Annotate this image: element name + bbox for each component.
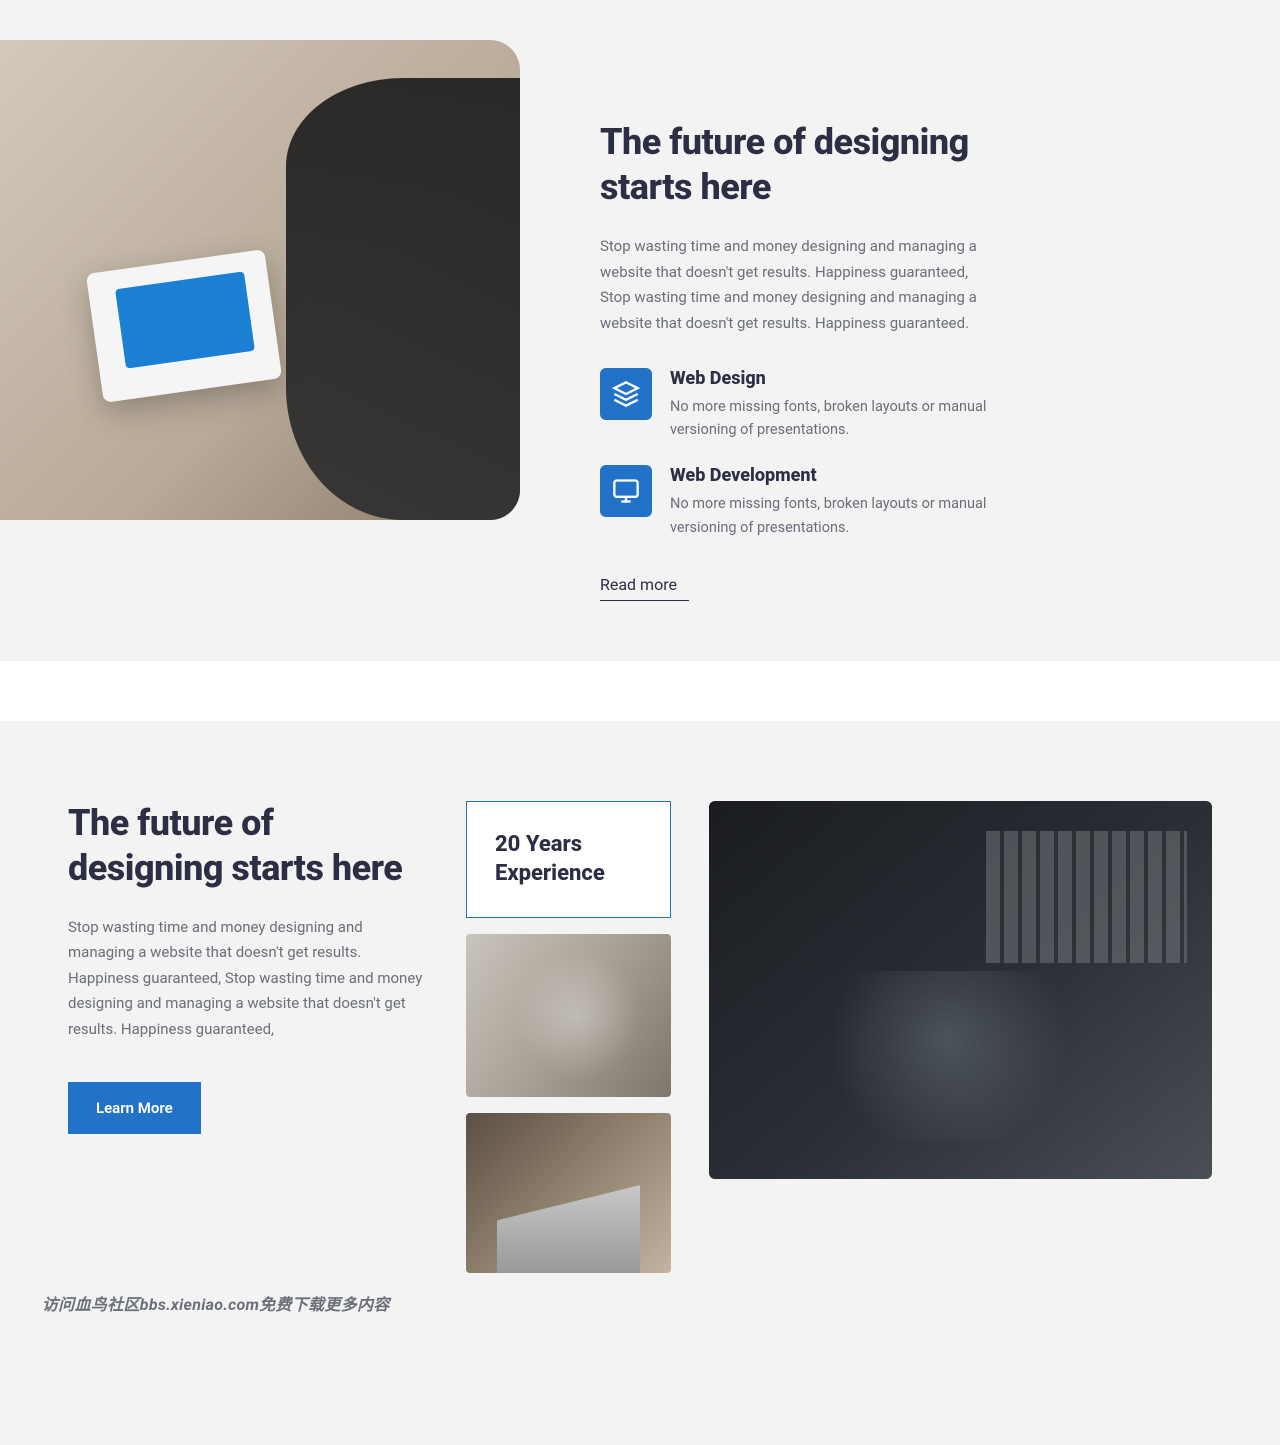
about-body: Stop wasting time and money designing an… [68, 915, 428, 1043]
feature-web-design: Web Design No more missing fonts, broken… [600, 368, 1000, 441]
hero-section: The future of designing starts here Stop… [0, 40, 1280, 661]
read-more-link[interactable]: Read more [600, 571, 689, 601]
hero-heading: The future of designing starts here [600, 120, 1000, 210]
learn-more-button[interactable]: Learn More [68, 1082, 201, 1134]
gallery-image-2 [466, 1113, 671, 1273]
about-gallery-large [709, 801, 1212, 1273]
about-heading: The future of designing starts here [68, 801, 428, 891]
layers-icon [600, 368, 652, 420]
watermark-text: 访问血鸟社区bbs.xieniao.com免费下载更多内容 [42, 1291, 390, 1315]
hero-image [0, 40, 520, 520]
feature-desc: No more missing fonts, broken layouts or… [670, 395, 1000, 441]
about-gallery-col: 20 Years Experience [466, 801, 671, 1273]
feature-title: Web Development [670, 465, 1000, 486]
hero-body: Stop wasting time and money designing an… [600, 234, 1000, 336]
experience-card: 20 Years Experience [466, 801, 671, 918]
monitor-icon [600, 465, 652, 517]
gallery-image-1 [466, 934, 671, 1097]
section-divider [0, 661, 1280, 721]
about-content: The future of designing starts here Stop… [68, 801, 428, 1273]
feature-web-development: Web Development No more missing fonts, b… [600, 465, 1000, 538]
feature-title: Web Design [670, 368, 1000, 389]
gallery-image-3 [709, 801, 1212, 1179]
hero-content: The future of designing starts here Stop… [600, 40, 1000, 601]
about-section: The future of designing starts here Stop… [0, 721, 1280, 1313]
feature-desc: No more missing fonts, broken layouts or… [670, 492, 1000, 538]
